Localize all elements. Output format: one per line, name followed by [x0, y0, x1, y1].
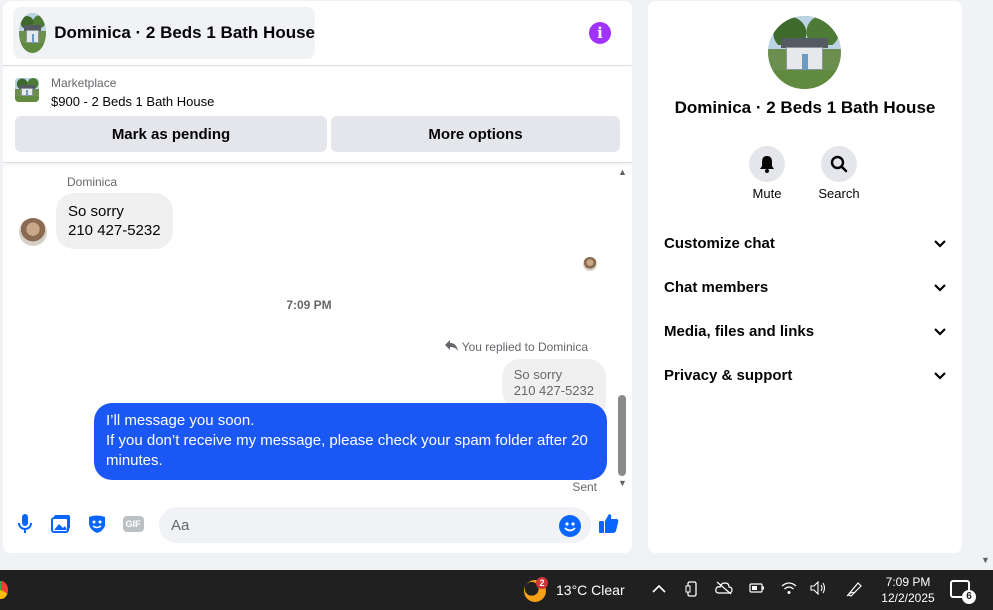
pen-icon[interactable]: [846, 581, 864, 600]
sticker-icon[interactable]: [86, 513, 108, 535]
chevron-down-icon: [934, 367, 946, 384]
replied-note: You replied to Dominica: [444, 339, 588, 354]
section-label: Chat members: [664, 278, 769, 296]
search-button[interactable]: Search: [809, 146, 869, 201]
message-line: So sorry: [68, 203, 124, 220]
listing-avatar: [19, 13, 47, 53]
message-line: If you don’t receive my message, please …: [106, 432, 588, 469]
quoted-line: 210 427-5232: [513, 383, 594, 398]
system-clock[interactable]: 7:09 PM 12/2/2025: [878, 574, 938, 606]
quoted-line: So sorry: [513, 367, 563, 382]
windows-taskbar: 2 13°C Clear 7:09 PM 12/2/2025 6: [0, 570, 993, 610]
mute-label: Mute: [752, 186, 782, 201]
reply-icon: [444, 339, 458, 354]
replied-note-text: You replied to Dominica: [461, 339, 588, 354]
message-line: I’ll message you soon.: [106, 412, 255, 429]
section-label: Privacy & support: [664, 366, 793, 384]
chat-members-section[interactable]: Chat members: [664, 272, 946, 302]
cloud-off-icon[interactable]: [715, 581, 733, 598]
sent-message-bubble[interactable]: I’ll message you soon. If you don’t rece…: [94, 403, 607, 480]
quoted-message-bubble[interactable]: So sorry 210 427-5232: [501, 359, 606, 409]
weather-text[interactable]: 13°C Clear: [556, 582, 625, 598]
photo-icon[interactable]: [50, 513, 72, 535]
volume-icon[interactable]: [810, 580, 828, 598]
search-label: Search: [818, 186, 860, 201]
listing-price-title[interactable]: $900 - 2 Beds 1 Bath House: [51, 94, 214, 109]
microphone-icon[interactable]: [14, 513, 36, 535]
media-files-links-section[interactable]: Media, files and links: [664, 316, 946, 346]
conversation-title: Dominica · 2 Beds 1 Bath House: [674, 98, 936, 117]
message-timestamp: 7:09 PM: [286, 298, 332, 312]
sender-avatar[interactable]: [19, 218, 47, 246]
chat-panel: Dominica · 2 Beds 1 Bath House i Marketp…: [3, 1, 632, 553]
conversation-info-panel: Dominica · 2 Beds 1 Bath House Mute Sear…: [648, 1, 962, 553]
wifi-icon[interactable]: [781, 581, 797, 598]
listing-source: Marketplace: [51, 76, 117, 90]
emoji-icon[interactable]: [559, 515, 581, 537]
message-thread[interactable]: Dominica So sorry 210 427-5232 7:09 PM Y…: [3, 164, 632, 494]
bell-icon: [749, 146, 785, 182]
battery-icon[interactable]: [749, 581, 765, 597]
received-message-bubble[interactable]: So sorry 210 427-5232: [56, 193, 173, 249]
notification-count: 6: [962, 590, 976, 604]
more-options-button[interactable]: More options: [331, 116, 620, 152]
chevron-down-icon: [934, 279, 946, 296]
chrome-taskbar-icon[interactable]: [0, 581, 8, 599]
chat-title: Dominica · 2 Beds 1 Bath House: [54, 23, 315, 42]
mute-button[interactable]: Mute: [737, 146, 797, 201]
mark-as-pending-button[interactable]: Mark as pending: [15, 116, 327, 152]
listing-thumbnail[interactable]: [15, 78, 39, 102]
sent-status: Sent: [572, 480, 597, 494]
privacy-support-section[interactable]: Privacy & support: [664, 360, 946, 390]
weather-badge: 2: [536, 577, 548, 589]
info-icon[interactable]: i: [589, 22, 611, 44]
page-scroll-down-arrow-icon[interactable]: ▼: [981, 555, 990, 565]
message-input[interactable]: [159, 507, 591, 543]
marketplace-listing-bar: Marketplace $900 - 2 Beds 1 Bath House M…: [3, 67, 632, 163]
chevron-down-icon: [934, 235, 946, 252]
message-composer: GIF: [3, 504, 632, 548]
scrollbar-thumb[interactable]: [618, 395, 626, 476]
message-line: 210 427-5232: [68, 222, 161, 239]
chat-header: Dominica · 2 Beds 1 Bath House i: [3, 1, 632, 66]
gif-icon[interactable]: GIF: [122, 513, 144, 535]
sender-name: Dominica: [67, 175, 118, 189]
scroll-up-arrow-icon[interactable]: ▲: [618, 167, 627, 177]
section-label: Customize chat: [664, 234, 775, 252]
thread-scrollbar[interactable]: ▲ ▼: [616, 164, 628, 494]
clock-date: 12/2/2025: [881, 591, 935, 605]
phone-link-icon[interactable]: [685, 581, 699, 600]
clock-time: 7:09 PM: [885, 575, 931, 589]
search-icon: [821, 146, 857, 182]
chat-title-button[interactable]: Dominica · 2 Beds 1 Bath House: [13, 7, 315, 59]
thumbs-up-icon[interactable]: [598, 512, 620, 534]
seen-receipt-avatar: [583, 257, 597, 271]
customize-chat-section[interactable]: Customize chat: [664, 228, 946, 258]
chevron-down-icon: [934, 323, 946, 340]
section-label: Media, files and links: [664, 322, 815, 340]
scroll-down-arrow-icon[interactable]: ▼: [618, 478, 627, 488]
conversation-avatar[interactable]: [768, 16, 841, 89]
chevron-up-icon[interactable]: [652, 581, 666, 597]
